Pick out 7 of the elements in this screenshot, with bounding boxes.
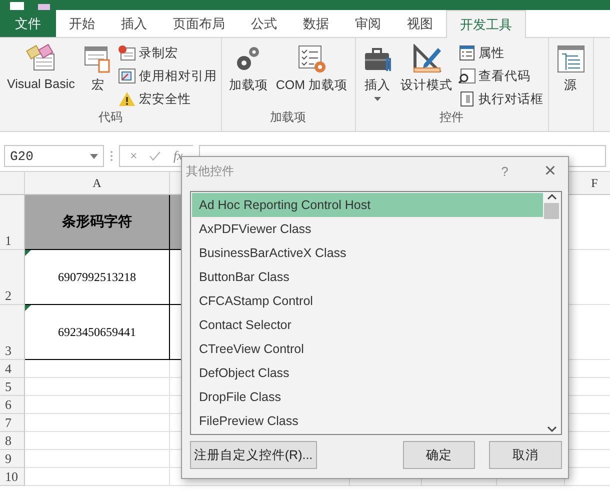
group-label: 代码 [97, 109, 124, 126]
cell-text: 条形码字符 [62, 213, 132, 231]
dialog-title: 其他控件 [186, 162, 235, 180]
cell-text: 6923450659441 [58, 324, 136, 340]
group-label: 控件 [438, 109, 464, 126]
group-label: 加载项 [269, 109, 308, 126]
cell-text: 6907992513218 [58, 270, 136, 284]
